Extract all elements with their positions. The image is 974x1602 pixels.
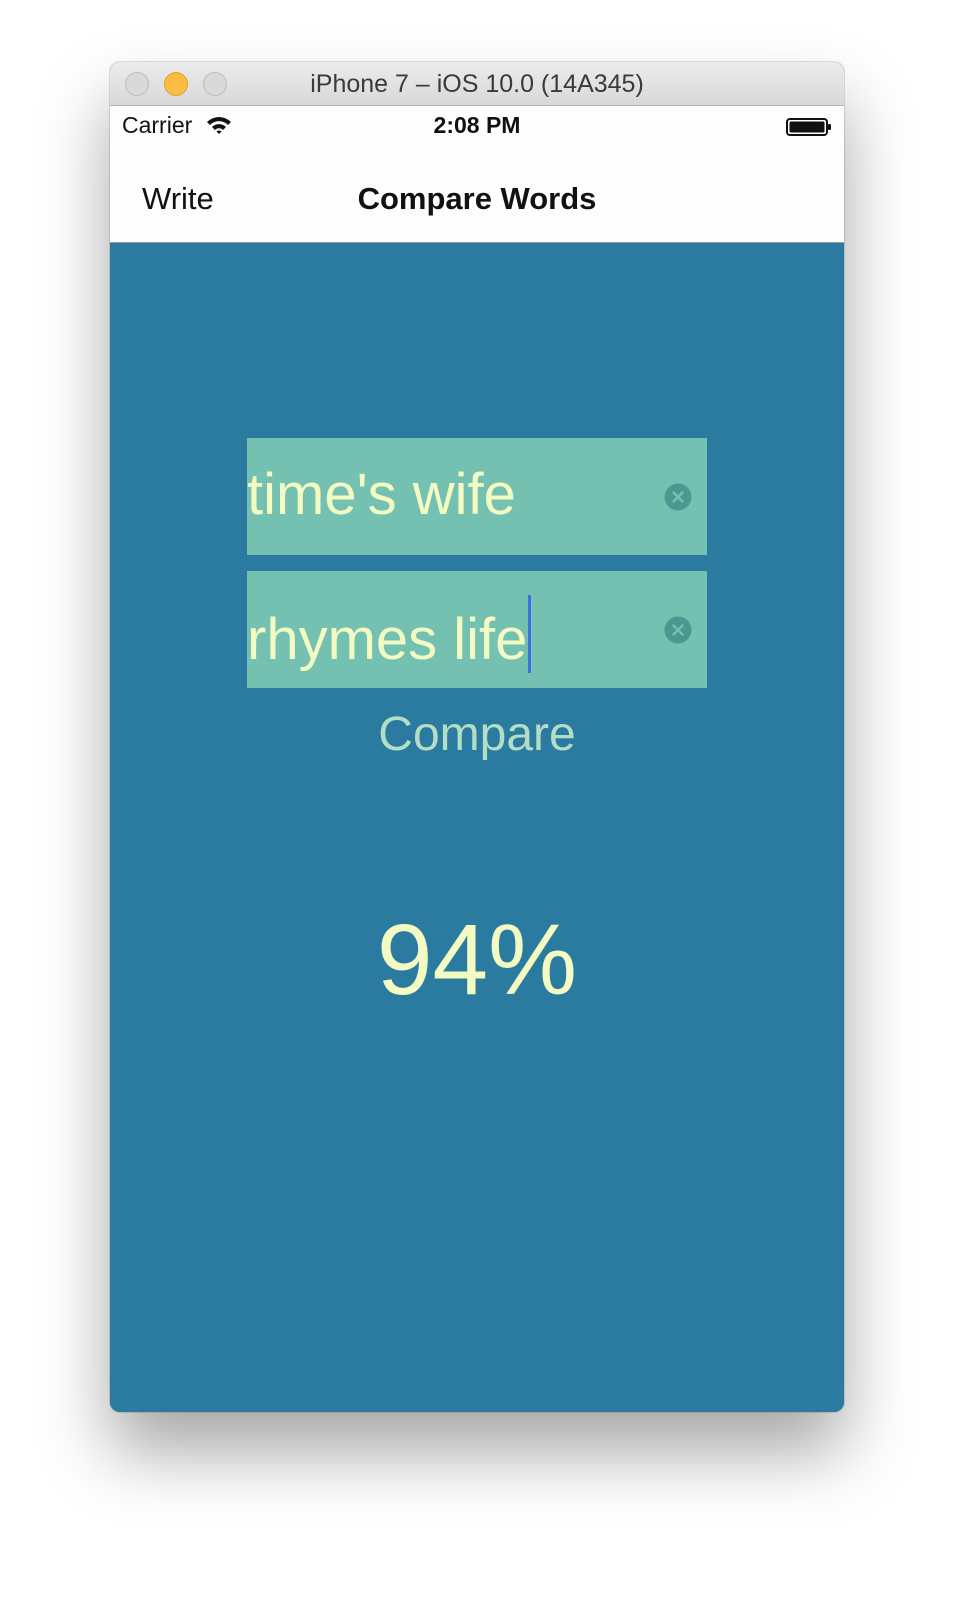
second-phrase-field[interactable]: rhymes life (247, 571, 707, 688)
clear-icon[interactable] (664, 616, 692, 644)
nav-title: Compare Words (357, 181, 597, 216)
text-caret (528, 595, 532, 673)
similarity-result: 94% (376, 904, 578, 1016)
battery-icon (786, 118, 831, 136)
navigation-bar: Write Compare Words (110, 146, 844, 243)
status-time: 2:08 PM (433, 112, 521, 138)
main-content: time's wife rhymes life Compare 94% (110, 243, 844, 1412)
second-phrase-text: rhymes life (247, 607, 528, 672)
window-titlebar: iPhone 7 – iOS 10.0 (14A345) (110, 62, 844, 106)
compare-button[interactable]: Compare (110, 707, 844, 762)
simulator-window: iPhone 7 – iOS 10.0 (14A345) Carrier 2:0… (110, 62, 844, 1412)
first-phrase-field[interactable]: time's wife (247, 438, 707, 555)
window-title: iPhone 7 – iOS 10.0 (14A345) (310, 70, 644, 98)
first-phrase-text: time's wife (247, 462, 516, 527)
second-phrase-container: rhymes life (247, 595, 532, 673)
clear-icon[interactable] (664, 483, 692, 511)
status-bar: Carrier 2:08 PM (110, 106, 844, 146)
